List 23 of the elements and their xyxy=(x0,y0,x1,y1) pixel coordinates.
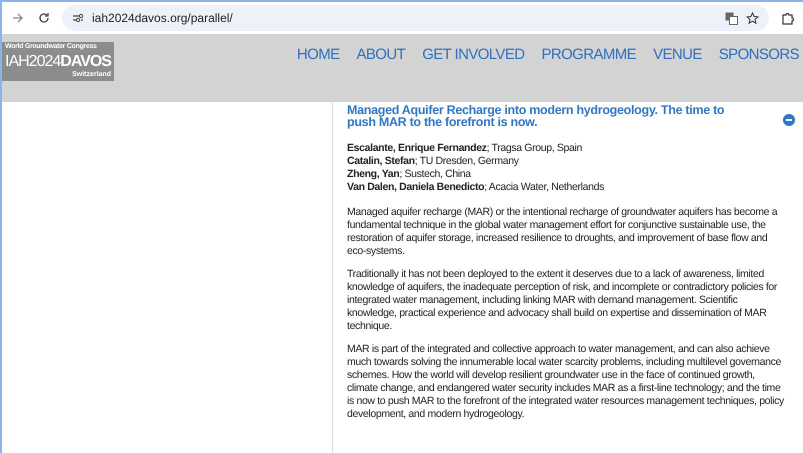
article-title: Managed Aquifer Recharge into modern hydrogeology. The time to push MAR to the forefront is now. xyxy=(347,104,726,128)
nav-link[interactable]: SPONSORS xyxy=(718,46,799,63)
nav-link[interactable]: GET INVOLVED xyxy=(422,46,524,63)
author-line: Escalante, Enrique Fernandez; Tragsa Group, Spain xyxy=(347,142,583,155)
nav-link[interactable]: VENUE xyxy=(653,46,702,63)
abstract-paragraph: Traditionally it has not been deployed to the extent it deserves due to a lack of awareness, limited knowledge of aquifers, the inadequate perception of risk, and incomplete or contradictory policies for integrated water management, including linking MAR with demand management. Scientific knowledge, practical experience and advocacy shall build on expertise and dissemination of MAR technique. xyxy=(347,268,778,333)
address-bar[interactable]: iah2024davos.org/parallel/ xyxy=(62,5,769,31)
author-line: Catalin, Stefan; TU Dresden, Germany xyxy=(347,155,520,168)
nav-link[interactable]: HOME xyxy=(296,46,340,63)
reload-icon xyxy=(38,12,50,24)
abstract-paragraph: Managed aquifer recharge (MAR) or the intentional recharge of groundwater aquifers has become a fundamental technique in the global water management effort for conjunctive sustainable use, the restoration of aquifer storage, increased resilience to droughts, and improvement of base flow and eco-systems. xyxy=(347,206,779,258)
nav-link[interactable]: PROGRAMME xyxy=(541,46,636,63)
collapse-icon[interactable] xyxy=(783,114,795,126)
translate-icon xyxy=(725,12,738,24)
star-icon xyxy=(746,12,759,24)
nav-link[interactable]: ABOUT xyxy=(356,46,406,63)
puzzle-icon xyxy=(780,12,794,24)
abstract-paragraph: MAR is part of the integrated and collective approach to water management, and can also achieve much towards solving the innumerable local water scarcity problems, including multilevel governance schemes. How the world will develop resilient groundwater use in the face of continued growth, climate change, and endangered water security includes MAR as a first-line technology; and the time is now to push MAR to the forefront of the integrated water resources management techniques, policy development, and modern hydrogeology. xyxy=(347,343,786,421)
url-text: iah2024davos.org/parallel/ xyxy=(92,11,234,25)
site-settings-icon xyxy=(72,13,84,23)
author-line: Zheng, Yan; Sustech, China xyxy=(347,168,472,181)
author-line: Van Dalen, Daniela Benedicto; Acacia Water, Netherlands xyxy=(347,181,605,194)
arrow-right-icon xyxy=(12,12,24,24)
